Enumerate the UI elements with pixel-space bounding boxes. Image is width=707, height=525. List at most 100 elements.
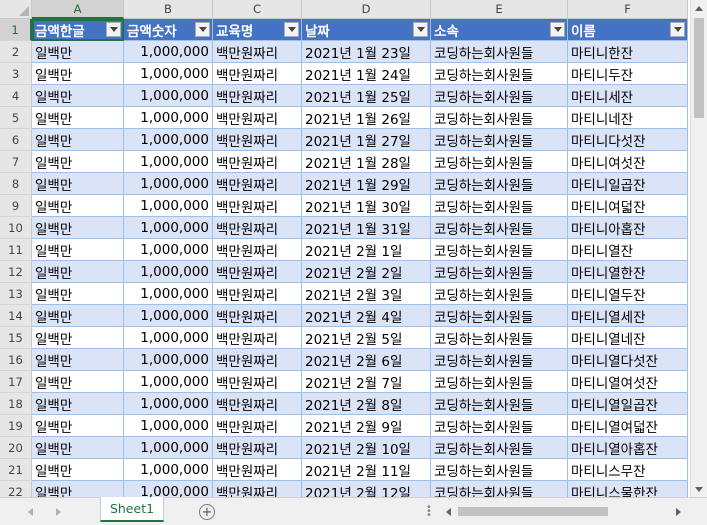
table-cell[interactable]: 백만원짜리 [213,41,302,63]
table-cell[interactable]: 코딩하는회사원들 [431,415,568,437]
table-cell[interactable]: 백만원짜리 [213,393,302,415]
table-cell[interactable]: 백만원짜리 [213,107,302,129]
table-cell[interactable]: 일백만 [32,437,124,459]
table-cell[interactable]: 1,000,000 [124,239,213,261]
table-cell[interactable]: 2021년 1월 24일 [302,63,431,85]
tab-split-handle[interactable]: • • • [426,503,432,521]
column-header-b[interactable]: B [124,0,213,19]
table-header-cell[interactable]: 날짜 [302,19,431,41]
table-cell[interactable]: 2021년 2월 10일 [302,437,431,459]
table-cell[interactable]: 마티니열아홉잔 [568,437,688,459]
table-cell[interactable]: 마티니열한잔 [568,261,688,283]
filter-dropdown-icon[interactable] [106,22,121,37]
spreadsheet-grid[interactable]: ABCDEF 1 2 3 4 5 6 7 8 9 10 11 12 13 14 15 16 17 18 19 20 21… [0,0,690,497]
table-cell[interactable]: 백만원짜리 [213,261,302,283]
table-cell[interactable]: 코딩하는회사원들 [431,151,568,173]
column-header-a[interactable]: A [32,0,124,19]
table-cell[interactable]: 백만원짜리 [213,129,302,151]
row-header-11[interactable]: 11 [0,239,32,261]
table-cell[interactable]: 백만원짜리 [213,437,302,459]
table-cell[interactable]: 일백만 [32,217,124,239]
table-cell[interactable]: 마티니열여덟잔 [568,415,688,437]
table-cell[interactable]: 백만원짜리 [213,349,302,371]
table-cell[interactable]: 2021년 1월 27일 [302,129,431,151]
horizontal-scrollbar[interactable] [440,503,686,520]
table-cell[interactable]: 일백만 [32,107,124,129]
table-cell[interactable]: 백만원짜리 [213,63,302,85]
table-cell[interactable]: 1,000,000 [124,173,213,195]
row-header-8[interactable]: 8 [0,173,32,195]
table-cell[interactable]: 코딩하는회사원들 [431,481,568,497]
table-cell[interactable]: 백만원짜리 [213,173,302,195]
table-cell[interactable]: 1,000,000 [124,371,213,393]
filter-dropdown-icon[interactable] [670,22,685,37]
table-cell[interactable]: 일백만 [32,239,124,261]
table-cell[interactable]: 코딩하는회사원들 [431,195,568,217]
table-cell[interactable]: 일백만 [32,481,124,497]
table-cell[interactable]: 1,000,000 [124,261,213,283]
cell-area[interactable]: 금액한글 금액숫자 교육명 날짜 소속 이름 일백만 1,000,000 백만원짜리 2021년 … [32,19,688,497]
row-header-13[interactable]: 13 [0,283,32,305]
filter-dropdown-icon[interactable] [550,22,565,37]
table-cell[interactable]: 마티니스물한잔 [568,481,688,497]
table-cell[interactable]: 백만원짜리 [213,327,302,349]
scroll-right-button[interactable] [670,503,686,520]
next-sheet-button[interactable] [52,506,64,518]
table-cell[interactable]: 코딩하는회사원들 [431,217,568,239]
filter-dropdown-icon[interactable] [413,22,428,37]
table-cell[interactable]: 코딩하는회사원들 [431,371,568,393]
filter-dropdown-icon[interactable] [284,22,299,37]
table-cell[interactable]: 마티니열다섯잔 [568,349,688,371]
table-cell[interactable]: 일백만 [32,393,124,415]
table-cell[interactable]: 일백만 [32,85,124,107]
row-header-12[interactable]: 12 [0,261,32,283]
vertical-scroll-thumb[interactable] [694,18,704,118]
table-cell[interactable]: 마티니열세잔 [568,305,688,327]
table-cell[interactable]: 백만원짜리 [213,371,302,393]
vertical-scrollbar[interactable] [690,0,707,497]
table-cell[interactable]: 2021년 2월 4일 [302,305,431,327]
table-cell[interactable]: 일백만 [32,129,124,151]
table-cell[interactable]: 일백만 [32,195,124,217]
table-cell[interactable]: 마티니아홉잔 [568,217,688,239]
table-cell[interactable]: 일백만 [32,371,124,393]
table-cell[interactable]: 백만원짜리 [213,239,302,261]
table-cell[interactable]: 마티니네잔 [568,107,688,129]
table-cell[interactable]: 2021년 2월 3일 [302,283,431,305]
table-cell[interactable]: 일백만 [32,349,124,371]
scroll-left-button[interactable] [440,503,456,520]
column-header-c[interactable]: C [213,0,302,19]
table-cell[interactable]: 마티니열여섯잔 [568,371,688,393]
table-cell[interactable]: 2021년 2월 1일 [302,239,431,261]
add-sheet-icon[interactable]: + [199,504,215,520]
table-cell[interactable]: 1,000,000 [124,327,213,349]
table-cell[interactable]: 코딩하는회사원들 [431,63,568,85]
scroll-down-button[interactable] [691,481,707,497]
table-cell[interactable]: 2021년 2월 2일 [302,261,431,283]
row-header-3[interactable]: 3 [0,63,32,85]
table-cell[interactable]: 코딩하는회사원들 [431,261,568,283]
table-cell[interactable]: 2021년 1월 29일 [302,173,431,195]
table-cell[interactable]: 코딩하는회사원들 [431,283,568,305]
table-cell[interactable]: 2021년 2월 8일 [302,393,431,415]
column-header-d[interactable]: D [302,0,431,19]
table-cell[interactable]: 마티니두잔 [568,63,688,85]
row-header-10[interactable]: 10 [0,217,32,239]
table-cell[interactable]: 마티니일곱잔 [568,173,688,195]
table-cell[interactable]: 2021년 1월 25일 [302,85,431,107]
table-cell[interactable]: 2021년 1월 23일 [302,41,431,63]
filter-dropdown-icon[interactable] [195,22,210,37]
table-cell[interactable]: 1,000,000 [124,459,213,481]
table-cell[interactable]: 백만원짜리 [213,305,302,327]
table-cell[interactable]: 2021년 2월 11일 [302,459,431,481]
table-cell[interactable]: 1,000,000 [124,415,213,437]
table-cell[interactable]: 마티니여섯잔 [568,151,688,173]
table-cell[interactable]: 백만원짜리 [213,217,302,239]
table-cell[interactable]: 일백만 [32,261,124,283]
table-cell[interactable]: 백만원짜리 [213,85,302,107]
row-header-20[interactable]: 20 [0,437,32,459]
row-header-4[interactable]: 4 [0,85,32,107]
table-header-cell[interactable]: 이름 [568,19,688,41]
table-cell[interactable]: 1,000,000 [124,63,213,85]
row-header-6[interactable]: 6 [0,129,32,151]
